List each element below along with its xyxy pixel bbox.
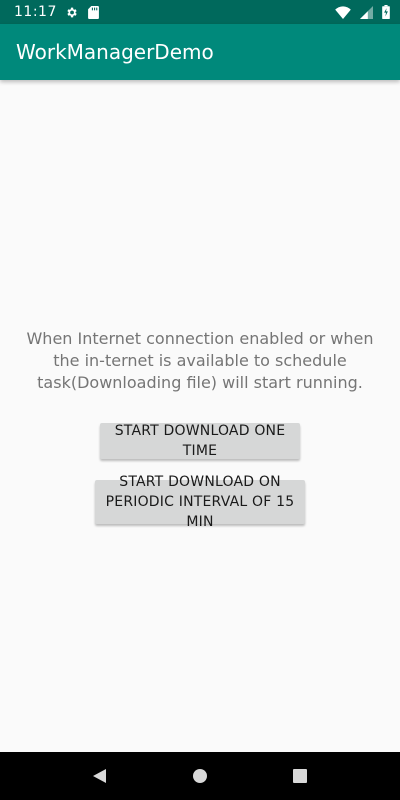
battery-icon xyxy=(381,5,390,19)
navigation-bar xyxy=(0,752,400,800)
app-title: WorkManagerDemo xyxy=(16,40,214,64)
main-content: When Internet connection enabled or when… xyxy=(0,80,400,752)
start-download-one-time-button[interactable]: START DOWNLOAD ONE TIME xyxy=(100,423,300,459)
home-icon[interactable] xyxy=(180,756,220,796)
screen: 11:17 WorkManagerDemo When Internet conn… xyxy=(0,0,400,800)
status-bar: 11:17 xyxy=(0,0,400,24)
sd-card-icon xyxy=(87,5,101,19)
status-left: 11:17 xyxy=(14,4,101,20)
recents-icon[interactable] xyxy=(280,756,320,796)
back-icon[interactable] xyxy=(80,756,120,796)
signal-icon xyxy=(359,5,373,19)
app-bar: WorkManagerDemo xyxy=(0,24,400,80)
status-time: 11:17 xyxy=(14,4,57,20)
start-download-periodic-button[interactable]: START DOWNLOAD ON PERIODIC INTERVAL OF 1… xyxy=(95,474,305,530)
wifi-icon xyxy=(335,5,351,19)
info-message: When Internet connection enabled or when… xyxy=(26,329,374,392)
settings-icon xyxy=(65,5,79,19)
status-right xyxy=(335,5,390,19)
